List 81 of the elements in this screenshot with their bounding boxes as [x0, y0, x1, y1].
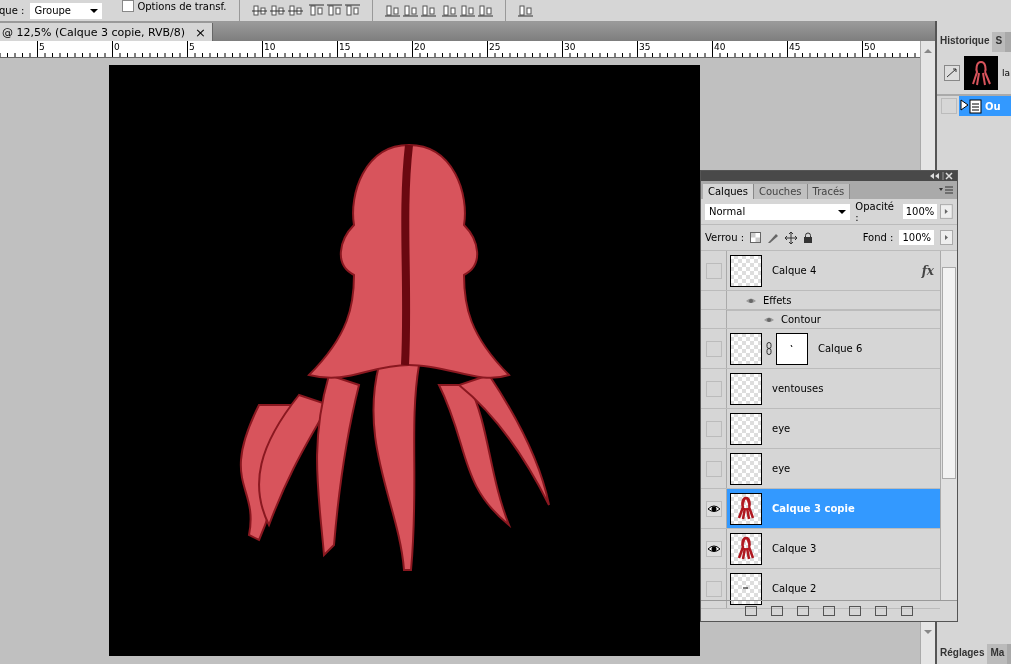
effect-label: Effets	[763, 294, 792, 306]
ruler-label: 15	[339, 42, 351, 52]
ruler-label: 30	[564, 42, 576, 52]
layer-row[interactable]: Calque 4 fx	[727, 251, 940, 290]
panel-tab[interactable]: Tracés	[807, 184, 851, 199]
up-arrow-icon[interactable]	[924, 49, 932, 53]
auto-select-dropdown[interactable]: Groupe	[30, 2, 103, 19]
opacity-label: Opacité :	[855, 200, 895, 223]
ruler-label: 25	[489, 42, 501, 52]
document-icon	[960, 98, 982, 114]
fill-field[interactable]: 100%	[899, 230, 934, 245]
align-icon[interactable]	[326, 3, 342, 18]
down-arrow-icon[interactable]	[924, 630, 932, 634]
align-icon[interactable]	[251, 3, 267, 18]
caret-icon	[90, 8, 99, 13]
ruler-label: 50	[864, 42, 876, 52]
visibility-toggle[interactable]	[705, 340, 722, 357]
align-icon[interactable]	[269, 3, 285, 18]
effects-label: fx	[921, 263, 934, 278]
lock-label: Verrou :	[705, 232, 745, 243]
panel-tab[interactable]: Calques	[703, 184, 754, 199]
ruler-label: 35	[639, 42, 651, 52]
fill-label: Fond :	[862, 232, 894, 243]
collapse-close-icon[interactable]	[929, 172, 953, 180]
panel-tab[interactable]: Réglages	[937, 644, 988, 664]
align-icon[interactable]	[287, 3, 303, 18]
arrow-button[interactable]	[940, 230, 953, 245]
layer-row[interactable]: eye	[727, 409, 940, 448]
ruler-label: 40	[714, 42, 726, 52]
align-icon[interactable]	[308, 3, 324, 18]
panel-tab[interactable]: S	[992, 32, 1006, 52]
effect-label: Contour	[781, 314, 821, 325]
snapshot-label: la	[1002, 68, 1010, 78]
layer-row[interactable]: ventouses	[727, 369, 940, 408]
align-icon[interactable]	[459, 3, 475, 18]
transform-checkbox[interactable]	[122, 0, 135, 12]
close-button[interactable]: ×	[195, 24, 206, 40]
align-icon[interactable]	[420, 3, 436, 18]
visibility-toggle[interactable]	[705, 420, 722, 437]
align-icon[interactable]	[477, 3, 493, 18]
ruler-label: 0	[114, 42, 120, 52]
align-icon[interactable]	[384, 3, 400, 18]
ruler-label: 10	[264, 42, 276, 52]
scroll-thumb[interactable]	[942, 267, 956, 479]
visibility-toggle[interactable]	[705, 380, 722, 397]
layer-row[interactable]: Calque 6	[727, 329, 940, 368]
lock-icon[interactable]	[803, 232, 814, 243]
arrow-button[interactable]	[940, 204, 953, 219]
scrollbar-end[interactable]	[920, 622, 935, 664]
visibility-eye-icon[interactable]	[705, 500, 722, 517]
align-icon[interactable]	[441, 3, 457, 18]
panel-tab[interactable]: Historique	[937, 32, 993, 52]
move-icon[interactable]	[785, 231, 798, 244]
visibility-toggle[interactable]	[705, 460, 722, 477]
align-icon[interactable]	[344, 3, 360, 18]
panel-tab[interactable]: Couches	[753, 184, 808, 199]
checker-icon[interactable]	[750, 232, 762, 243]
ruler-label: 45	[789, 42, 801, 52]
blend-mode-dropdown[interactable]: Normal	[705, 203, 851, 220]
align-icon[interactable]	[402, 3, 418, 18]
snapshot-thumbnail	[964, 56, 998, 90]
layer-row[interactable]: Calque 3	[727, 529, 940, 568]
vertical-scrollbar[interactable]	[920, 41, 935, 170]
transform-options-label: Options de transf.	[137, 0, 227, 12]
menu-icon[interactable]	[939, 186, 953, 194]
opacity-field[interactable]: 100%	[902, 204, 938, 219]
ruler-label: 5	[39, 42, 45, 52]
document-tab[interactable]: @ 12,5% (Calque 3 copie, RVB/8) ×	[0, 23, 213, 41]
layers-scrollbar[interactable]	[940, 251, 957, 600]
align-icon[interactable]	[517, 3, 533, 18]
visibility-eye-icon[interactable]	[705, 540, 722, 557]
auto-select-label: que :	[0, 5, 25, 16]
visibility-toggle[interactable]	[705, 262, 722, 279]
caret-icon	[838, 209, 847, 214]
eye-icon[interactable]	[763, 315, 775, 324]
layer-row[interactable]: Calque 2	[727, 569, 940, 608]
ruler-label: 5	[189, 42, 195, 52]
visibility-toggle[interactable]	[705, 580, 722, 597]
panel-tab[interactable]: Ma	[987, 644, 1008, 664]
layer-row[interactable]: eye	[727, 449, 940, 488]
ruler-label: 20	[414, 42, 426, 52]
